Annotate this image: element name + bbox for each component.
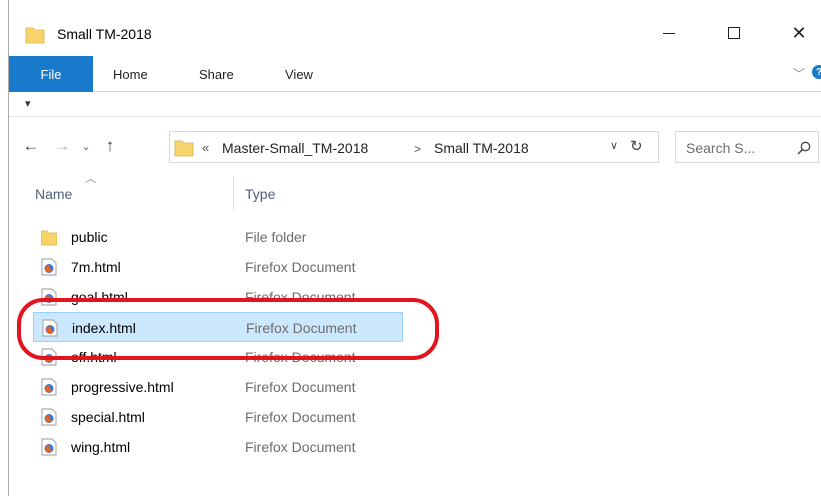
firefox-document-icon (41, 348, 57, 366)
file-explorer-window: Small TM-2018 ✕ File Home Share View ﹀ ?… (8, 0, 821, 496)
quick-access-toolbar: ▾ (9, 93, 821, 117)
back-arrow-icon: ← (22, 136, 40, 155)
maximize-button[interactable] (714, 18, 754, 48)
column-divider[interactable] (233, 176, 234, 210)
firefox-document-icon (41, 438, 57, 456)
file-type: File folder (245, 229, 307, 245)
firefox-document-icon (41, 288, 57, 306)
tab-view[interactable]: View (285, 56, 313, 92)
firefox-document-icon (41, 408, 57, 426)
refresh-icon[interactable]: ↻ (630, 137, 643, 155)
firefox-document-icon (41, 378, 57, 396)
expand-ribbon-chevron-icon[interactable]: ﹀ (793, 65, 805, 82)
file-name: wing.html (71, 439, 131, 455)
up-arrow-icon: ↑ (105, 136, 115, 155)
ribbon-tabs: File Home Share View ﹀ ? (9, 56, 821, 92)
file-name: goal.html (71, 289, 128, 305)
minimize-button[interactable] (649, 18, 689, 48)
navigation-bar: ← → ⌄ ↑ « Master-Small_TM-2018 > Small T… (9, 128, 821, 166)
up-button[interactable]: ↑ (97, 134, 123, 158)
file-type: Firefox Document (245, 349, 356, 365)
file-name: off.html (71, 349, 117, 365)
title-bar: Small TM-2018 ✕ (9, 0, 821, 52)
list-item[interactable]: 7m.html Firefox Document (33, 252, 403, 282)
folder-icon (174, 140, 194, 157)
firefox-document-icon (42, 319, 58, 337)
customize-toolbar-icon[interactable]: ▾ (25, 97, 31, 110)
file-name: index.html (72, 320, 136, 336)
column-type[interactable]: Type (245, 186, 275, 202)
help-icon[interactable]: ? (812, 65, 821, 79)
folder-icon (25, 27, 45, 44)
file-name: public (71, 229, 108, 245)
close-icon: ✕ (791, 22, 807, 43)
window-title: Small TM-2018 (57, 26, 152, 42)
column-name[interactable]: Name (35, 186, 72, 202)
close-button[interactable]: ✕ (779, 18, 819, 48)
list-item-selected[interactable]: index.html Firefox Document (33, 312, 403, 342)
tab-share[interactable]: Share (199, 56, 234, 92)
file-type: Firefox Document (245, 379, 356, 395)
list-item[interactable]: off.html Firefox Document (33, 342, 403, 372)
address-dropdown-icon[interactable]: ∨ (610, 139, 618, 152)
back-button[interactable]: ← (19, 134, 43, 158)
file-type: Firefox Document (245, 439, 356, 455)
forward-arrow-icon: → (53, 136, 71, 155)
search-icon (797, 141, 811, 155)
list-item[interactable]: progressive.html Firefox Document (33, 372, 403, 402)
tab-home[interactable]: Home (113, 56, 148, 92)
address-bar[interactable]: « Master-Small_TM-2018 > Small TM-2018 ∨… (169, 131, 659, 163)
file-name: special.html (71, 409, 145, 425)
search-input[interactable]: Search S... (686, 140, 755, 156)
column-header: ︿ Name Type (9, 170, 821, 210)
forward-button[interactable]: → (51, 134, 73, 158)
list-item[interactable]: public File folder (33, 222, 403, 252)
recent-locations-button[interactable]: ⌄ (77, 134, 95, 158)
maximize-icon (728, 27, 740, 39)
minimize-icon (663, 32, 675, 34)
file-name: 7m.html (71, 259, 121, 275)
breadcrumb-separator[interactable]: > (414, 142, 421, 156)
breadcrumb-overflow[interactable]: « (202, 140, 209, 155)
list-item[interactable]: special.html Firefox Document (33, 402, 403, 432)
list-item[interactable]: goal.html Firefox Document (33, 282, 403, 312)
breadcrumb-small-tm-2018[interactable]: Small TM-2018 (434, 140, 529, 156)
file-type: Firefox Document (246, 320, 357, 336)
file-name: progressive.html (71, 379, 174, 395)
folder-icon (41, 230, 57, 246)
file-type: Firefox Document (245, 409, 356, 425)
sort-ascending-icon: ︿ (85, 173, 96, 185)
file-type: Firefox Document (245, 289, 356, 305)
file-type: Firefox Document (245, 259, 356, 275)
search-box[interactable]: Search S... (675, 131, 819, 163)
tab-file[interactable]: File (9, 56, 93, 92)
breadcrumb-master-small-tm-2018[interactable]: Master-Small_TM-2018 (222, 140, 368, 156)
firefox-document-icon (41, 258, 57, 276)
list-item[interactable]: wing.html Firefox Document (33, 432, 403, 462)
chevron-down-icon: ⌄ (81, 140, 91, 153)
